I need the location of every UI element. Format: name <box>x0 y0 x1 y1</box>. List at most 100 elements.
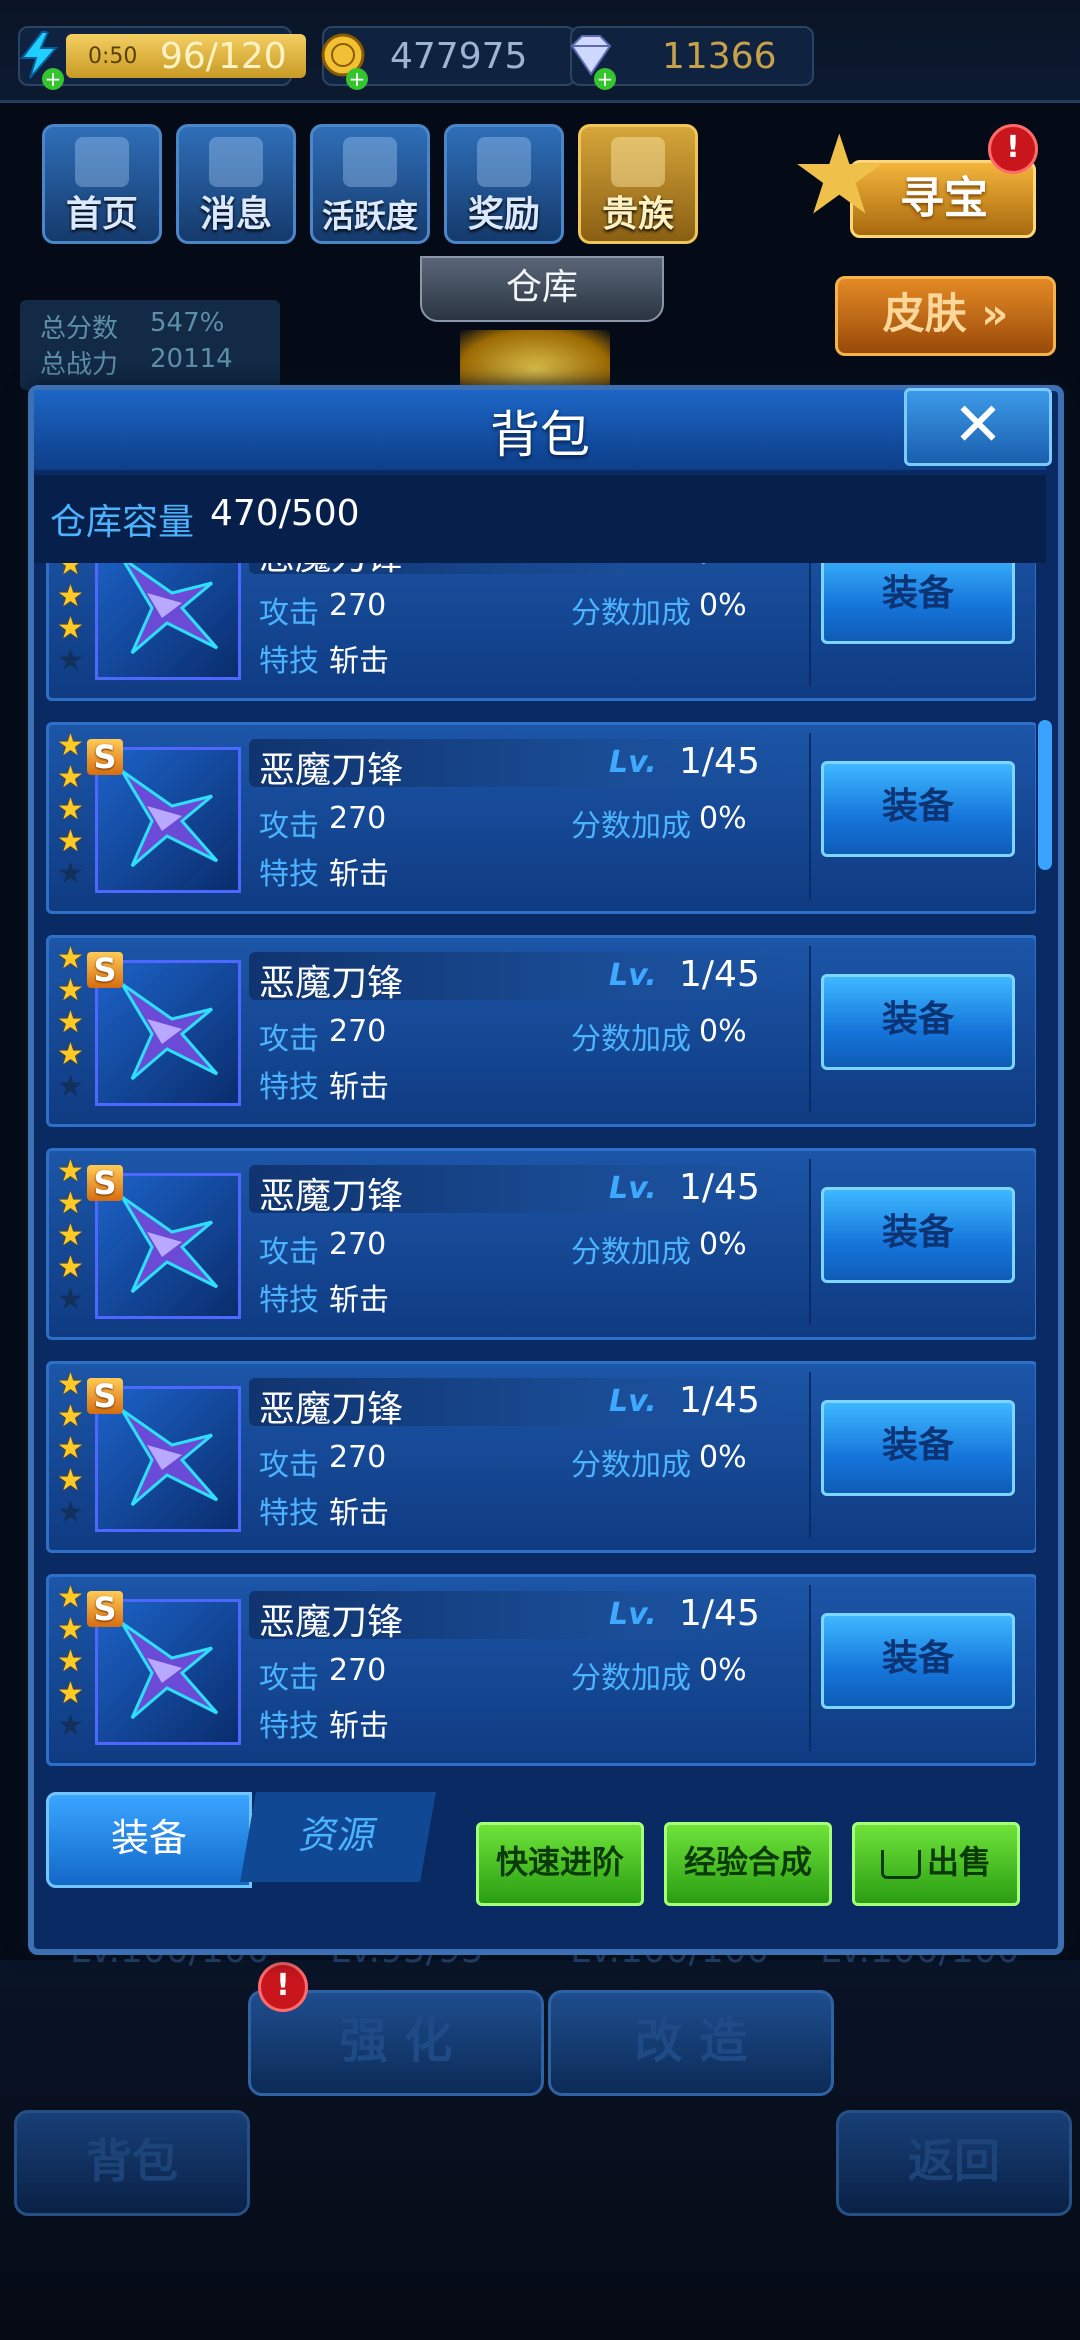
total-score-label: 总分数 <box>40 314 119 344</box>
attack-value: 270 <box>329 801 387 836</box>
vip-icon <box>611 137 665 187</box>
treasure-alert-badge: ! <box>988 124 1038 174</box>
gold-counter[interactable]: + 477975 <box>321 26 576 90</box>
back-button[interactable]: 返回 <box>836 2110 1072 2216</box>
skill-label: 特技 <box>259 1283 319 1318</box>
capacity-label: 仓库容量 <box>50 502 195 543</box>
item-card[interactable]: ★★★★★S恶魔刀锋Lv.1/45攻击270分数加成0%特技斩击装备 <box>46 1148 1036 1340</box>
popup-title: 背包 <box>490 406 590 464</box>
star-icon: ★ <box>57 1463 84 1498</box>
item-name: 恶魔刀锋 <box>259 563 403 580</box>
star-icon: ★ <box>57 1612 84 1647</box>
grade-badge: S <box>87 1378 123 1414</box>
fighter-ship-icon <box>120 769 219 868</box>
add-gold-icon[interactable]: + <box>346 68 368 90</box>
home-icon <box>75 137 129 187</box>
skin-button[interactable]: 皮肤 » <box>835 276 1056 356</box>
star-fighter-icon: ★ <box>790 111 889 239</box>
star-icon: ★ <box>57 1154 84 1189</box>
enhance-alert-badge: ! <box>258 1962 308 2012</box>
star-icon: ★ <box>57 1399 84 1434</box>
star-icon: ★ <box>57 1250 84 1285</box>
equip-button[interactable]: 装备 <box>821 1187 1015 1283</box>
skill-label: 特技 <box>259 1496 319 1531</box>
bag-button[interactable]: 背包 <box>14 2110 250 2216</box>
capacity-row: 仓库容量 470/500 <box>34 475 1046 563</box>
attack-label: 攻击 <box>259 1448 319 1483</box>
item-card[interactable]: ★★★★★S恶魔刀锋Lv.1/45攻击270分数加成0%特技斩击装备 <box>46 1574 1036 1766</box>
attack-value: 270 <box>329 1227 387 1262</box>
card-divider <box>809 1585 811 1751</box>
star-icon: ★ <box>57 1005 84 1040</box>
star-icon: ★ <box>57 1282 84 1317</box>
equip-button[interactable]: 装备 <box>821 563 1015 644</box>
nav-vip-button[interactable]: 贵族 <box>578 124 698 244</box>
fighter-ship-icon <box>120 1621 219 1720</box>
top-resource-bar: + 0:50 96/120 + 477975 + 11366 <box>0 0 1080 103</box>
diamond-value: 11366 <box>662 36 777 77</box>
level-label: Lv. <box>609 563 657 567</box>
add-energy-icon[interactable]: + <box>42 68 64 90</box>
gold-value: 477975 <box>390 36 528 77</box>
equip-button[interactable]: 装备 <box>821 1613 1015 1709</box>
skill-value: 斩击 <box>329 644 389 679</box>
skill-label: 特技 <box>259 644 319 679</box>
equip-button[interactable]: 装备 <box>821 761 1015 857</box>
level-label: Lv. <box>609 1171 657 1206</box>
fighter-ship-icon <box>120 982 219 1081</box>
item-card[interactable]: ★★★★★S恶魔刀锋Lv.1/45攻击270分数加成0%特技斩击装备 <box>46 563 1036 701</box>
nav-message-button[interactable]: 消息 <box>176 124 296 244</box>
item-thumbnail[interactable] <box>95 563 241 680</box>
close-button[interactable]: ✕ <box>904 388 1052 466</box>
skill-value: 斩击 <box>329 1283 389 1318</box>
star-icon: ★ <box>57 1495 84 1530</box>
quick-advance-button[interactable]: 快速进阶 <box>476 1822 644 1906</box>
star-rating: ★★★★★ <box>57 731 84 891</box>
item-list[interactable]: ★★★★★S恶魔刀锋Lv.1/45攻击270分数加成0%特技斩击装备★★★★★S… <box>46 563 1036 1781</box>
equip-button[interactable]: 装备 <box>821 1400 1015 1496</box>
tab-resources[interactable]: 资源 <box>240 1792 436 1882</box>
item-name: 恶魔刀锋 <box>259 963 404 1004</box>
treasure-label: 寻宝 <box>900 173 988 224</box>
nav-activity-button[interactable]: 活跃度 <box>310 124 430 244</box>
capacity-value: 470/500 <box>210 493 360 534</box>
star-icon: ★ <box>57 579 84 614</box>
modify-button[interactable]: 改 造 <box>548 1990 834 2096</box>
energy-counter[interactable]: + 0:50 96/120 <box>18 26 306 90</box>
tab-equip[interactable]: 装备 <box>46 1792 252 1888</box>
star-icon: ★ <box>57 824 84 859</box>
score-bonus-label: 分数加成 <box>571 1661 691 1696</box>
score-bonus-value: 0% <box>699 801 747 836</box>
add-diamond-icon[interactable]: + <box>594 68 616 90</box>
grade-badge: S <box>87 1591 123 1627</box>
skill-value: 斩击 <box>329 1709 389 1744</box>
exp-merge-button[interactable]: 经验合成 <box>664 1822 832 1906</box>
score-bonus-label: 分数加成 <box>571 596 691 631</box>
card-divider <box>809 946 811 1112</box>
score-bonus-value: 0% <box>699 1014 747 1049</box>
energy-value: 96/120 <box>160 36 287 77</box>
score-bonus-label: 分数加成 <box>571 1448 691 1483</box>
item-card[interactable]: ★★★★★S恶魔刀锋Lv.1/45攻击270分数加成0%特技斩击装备 <box>46 935 1036 1127</box>
attack-value: 270 <box>329 1440 387 1475</box>
item-card[interactable]: ★★★★★S恶魔刀锋Lv.1/45攻击270分数加成0%特技斩击装备 <box>46 722 1036 914</box>
diamond-counter[interactable]: + 11366 <box>570 26 814 90</box>
equip-button[interactable]: 装备 <box>821 974 1015 1070</box>
smile-icon <box>343 137 397 187</box>
nav-reward-button[interactable]: 奖励 <box>444 124 564 244</box>
skill-value: 斩击 <box>329 1070 389 1105</box>
attack-label: 攻击 <box>259 596 319 631</box>
star-icon: ★ <box>57 1069 84 1104</box>
warehouse-tab[interactable]: 仓库 <box>420 256 664 322</box>
item-card[interactable]: ★★★★★S恶魔刀锋Lv.1/45攻击270分数加成0%特技斩击装备 <box>46 1361 1036 1553</box>
sell-label: 出售 <box>926 1843 991 1881</box>
sell-button[interactable]: 出售 <box>852 1822 1020 1906</box>
score-bonus-label: 分数加成 <box>571 809 691 844</box>
star-rating: ★★★★★ <box>57 944 84 1104</box>
fighter-ship-icon <box>120 1195 219 1294</box>
close-icon: ✕ <box>952 390 1004 460</box>
cart-icon <box>880 1849 921 1879</box>
treasure-button[interactable]: ★ 寻宝 ! <box>790 111 1040 239</box>
nav-home-button[interactable]: 首页 <box>42 124 162 244</box>
list-scrollbar[interactable] <box>1038 720 1052 870</box>
